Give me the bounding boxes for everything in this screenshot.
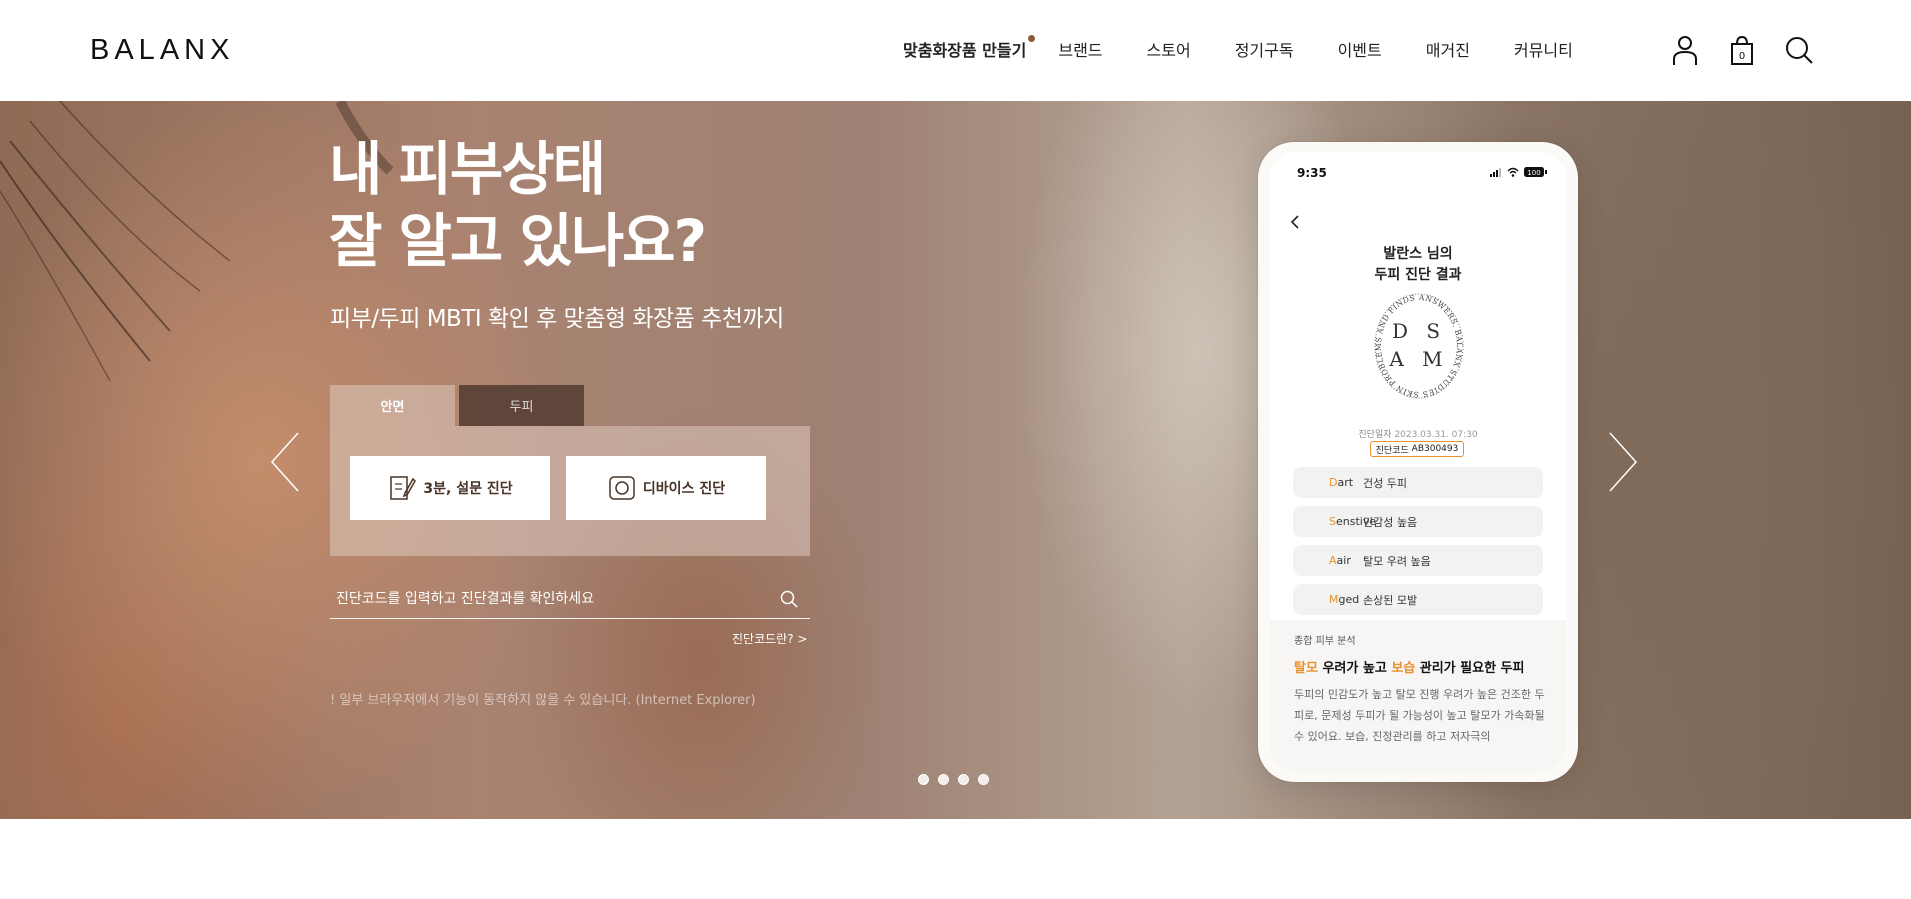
- row-key: Mged: [1329, 593, 1360, 606]
- survey-diagnosis-label: 3분, 설문 진단: [423, 481, 513, 497]
- hero-title-line1: 내 피부상태: [329, 135, 606, 203]
- balanx-logo[interactable]: BALANX: [90, 34, 234, 67]
- slide-dot-3[interactable]: [958, 774, 969, 785]
- analysis-body: 두피의 민감도가 높고 탈모 진행 우려가 높은 건조한 두피로, 문제성 두피…: [1294, 688, 1545, 743]
- slide-dot-4[interactable]: [978, 774, 989, 785]
- what-is-code-link[interactable]: 진단코드란? >: [732, 630, 807, 647]
- nav-magazine[interactable]: 매거진: [1426, 37, 1470, 61]
- row-value: 탈모 우려 높음: [1363, 554, 1431, 568]
- result-row: Senstive 민감성 높음: [1293, 506, 1543, 537]
- hero-subtitle: 피부/두피 MBTI 확인 후 맞춤형 화장품 추천까지: [330, 306, 784, 332]
- tab-scalp[interactable]: 두피: [459, 385, 584, 426]
- hero-banner: 내 피부상태 잘 알고 있나요? 피부/두피 MBTI 확인 후 맞춤형 화장품…: [0, 101, 1911, 819]
- new-indicator-dot: [1028, 35, 1036, 42]
- header-icons: 0: [1670, 34, 1841, 66]
- result-row: Dart 건성 두피: [1293, 467, 1543, 498]
- nav-custom-cosmetics[interactable]: 맞춤화장품 만들기: [903, 35, 1036, 61]
- seal-line-1: D S: [1391, 319, 1447, 343]
- nav-label: 맞춤화장품 만들기: [903, 41, 1027, 60]
- slide-pagination: [918, 774, 998, 785]
- search-icon[interactable]: [780, 590, 798, 608]
- phone-screen: 9:35 100 발란스 님의 두피 진단 결과 ANSWERS. BALANX…: [1270, 152, 1566, 772]
- diagnosis-panel: 3분, 설문 진단 디바이스 진단: [330, 426, 810, 556]
- next-slide-arrow-icon[interactable]: [1604, 431, 1640, 493]
- hero-title: 내 피부상태 잘 알고 있나요?: [329, 133, 707, 277]
- cart-count: 0: [1739, 51, 1745, 62]
- row-value: 건성 두피: [1363, 476, 1407, 490]
- phone-mockup: 9:35 100 발란스 님의 두피 진단 결과 ANSWERS. BALANX…: [1258, 142, 1578, 782]
- back-chevron-icon[interactable]: [1288, 214, 1302, 230]
- nav-community[interactable]: 커뮤니티: [1514, 37, 1573, 61]
- search-icon[interactable]: [1784, 34, 1814, 66]
- seal-line-2: A M: [1389, 347, 1449, 371]
- main-nav: 맞춤화장품 만들기 브랜드 스토어 정기구독 이벤트 매거진 커뮤니티: [903, 35, 1617, 61]
- analysis-label: 종합 피부 분석: [1294, 636, 1356, 647]
- tab-face[interactable]: 안면: [330, 385, 455, 426]
- date-label: 진단일자: [1358, 430, 1392, 440]
- row-value: 손상된 모발: [1363, 593, 1418, 607]
- diagnosis-date: 진단일자 2023.03.31. 07:30: [1270, 427, 1566, 440]
- analysis-heading: 탈모 우려가 높고 보습 관리가 필요한 두피: [1294, 661, 1525, 676]
- row-key: Aair: [1329, 554, 1351, 567]
- row-key: Dart: [1329, 476, 1354, 489]
- status-bar-icons: 100: [1490, 167, 1547, 177]
- survey-pencil-icon: [390, 476, 417, 500]
- row-key: Senstive: [1329, 515, 1377, 528]
- device-diagnosis-button[interactable]: 디바이스 진단: [566, 456, 766, 520]
- nav-store[interactable]: 스토어: [1147, 37, 1191, 61]
- browser-notice: ! 일부 브라우저에서 기능이 동작하지 않을 수 있습니다. (Interne…: [330, 693, 756, 708]
- analysis-section: 종합 피부 분석 탈모 우려가 높고 보습 관리가 필요한 두피 두피의 민감도…: [1270, 620, 1566, 772]
- code-value: AB300493: [1411, 444, 1459, 454]
- diagnosis-tabs: 안면 두피: [330, 385, 584, 426]
- nav-brand[interactable]: 브랜드: [1058, 37, 1102, 61]
- battery-level: 100: [1527, 169, 1540, 177]
- survey-diagnosis-button[interactable]: 3분, 설문 진단: [350, 456, 550, 520]
- code-label: 진단코드: [1375, 445, 1409, 456]
- site-header: BALANX 맞춤화장품 만들기 브랜드 스토어 정기구독 이벤트 매거진 커뮤…: [0, 0, 1911, 101]
- nav-event[interactable]: 이벤트: [1338, 37, 1382, 61]
- status-time: 9:35: [1297, 166, 1327, 180]
- diagnosis-code-input[interactable]: [336, 587, 756, 611]
- result-row: Mged 손상된 모발: [1293, 584, 1543, 615]
- result-rows: Dart 건성 두피 Senstive 민감성 높음 Aair 탈모 우려 높음…: [1293, 467, 1543, 623]
- result-title: 발란스 님의 두피 진단 결과: [1270, 244, 1566, 286]
- result-title-line2: 두피 진단 결과: [1374, 267, 1462, 283]
- slide-dot-1[interactable]: [918, 774, 929, 785]
- date-value: 2023.03.31. 07:30: [1394, 430, 1478, 440]
- slide-dot-2[interactable]: [938, 774, 949, 785]
- nav-subscription[interactable]: 정기구독: [1235, 37, 1294, 61]
- device-diagnosis-label: 디바이스 진단: [642, 481, 726, 497]
- result-title-line1: 발란스 님의: [1383, 246, 1453, 262]
- row-value: 민감성 높음: [1363, 515, 1418, 529]
- device-camera-icon: [609, 476, 635, 500]
- prev-slide-arrow-icon[interactable]: [268, 431, 304, 493]
- bag-icon[interactable]: 0: [1727, 34, 1757, 66]
- user-icon[interactable]: [1670, 34, 1700, 66]
- result-row: Aair 탈모 우려 높음: [1293, 545, 1543, 576]
- code-search: [330, 581, 810, 619]
- hero-title-line2: 잘 알고 있나요?: [329, 207, 707, 275]
- seal-type-letters: D S A M: [1373, 317, 1465, 373]
- diagnosis-code-badge: 진단코드 AB300493: [1370, 441, 1464, 457]
